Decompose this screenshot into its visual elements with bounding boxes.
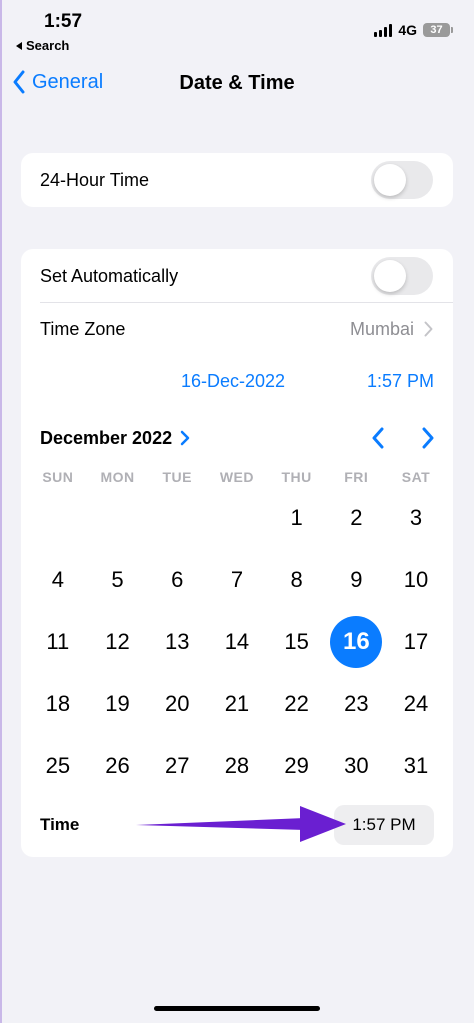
annotation-arrow [136, 806, 346, 842]
arrow-shaft [136, 818, 305, 830]
home-indicator [154, 1006, 320, 1011]
arrow-head [300, 806, 346, 842]
